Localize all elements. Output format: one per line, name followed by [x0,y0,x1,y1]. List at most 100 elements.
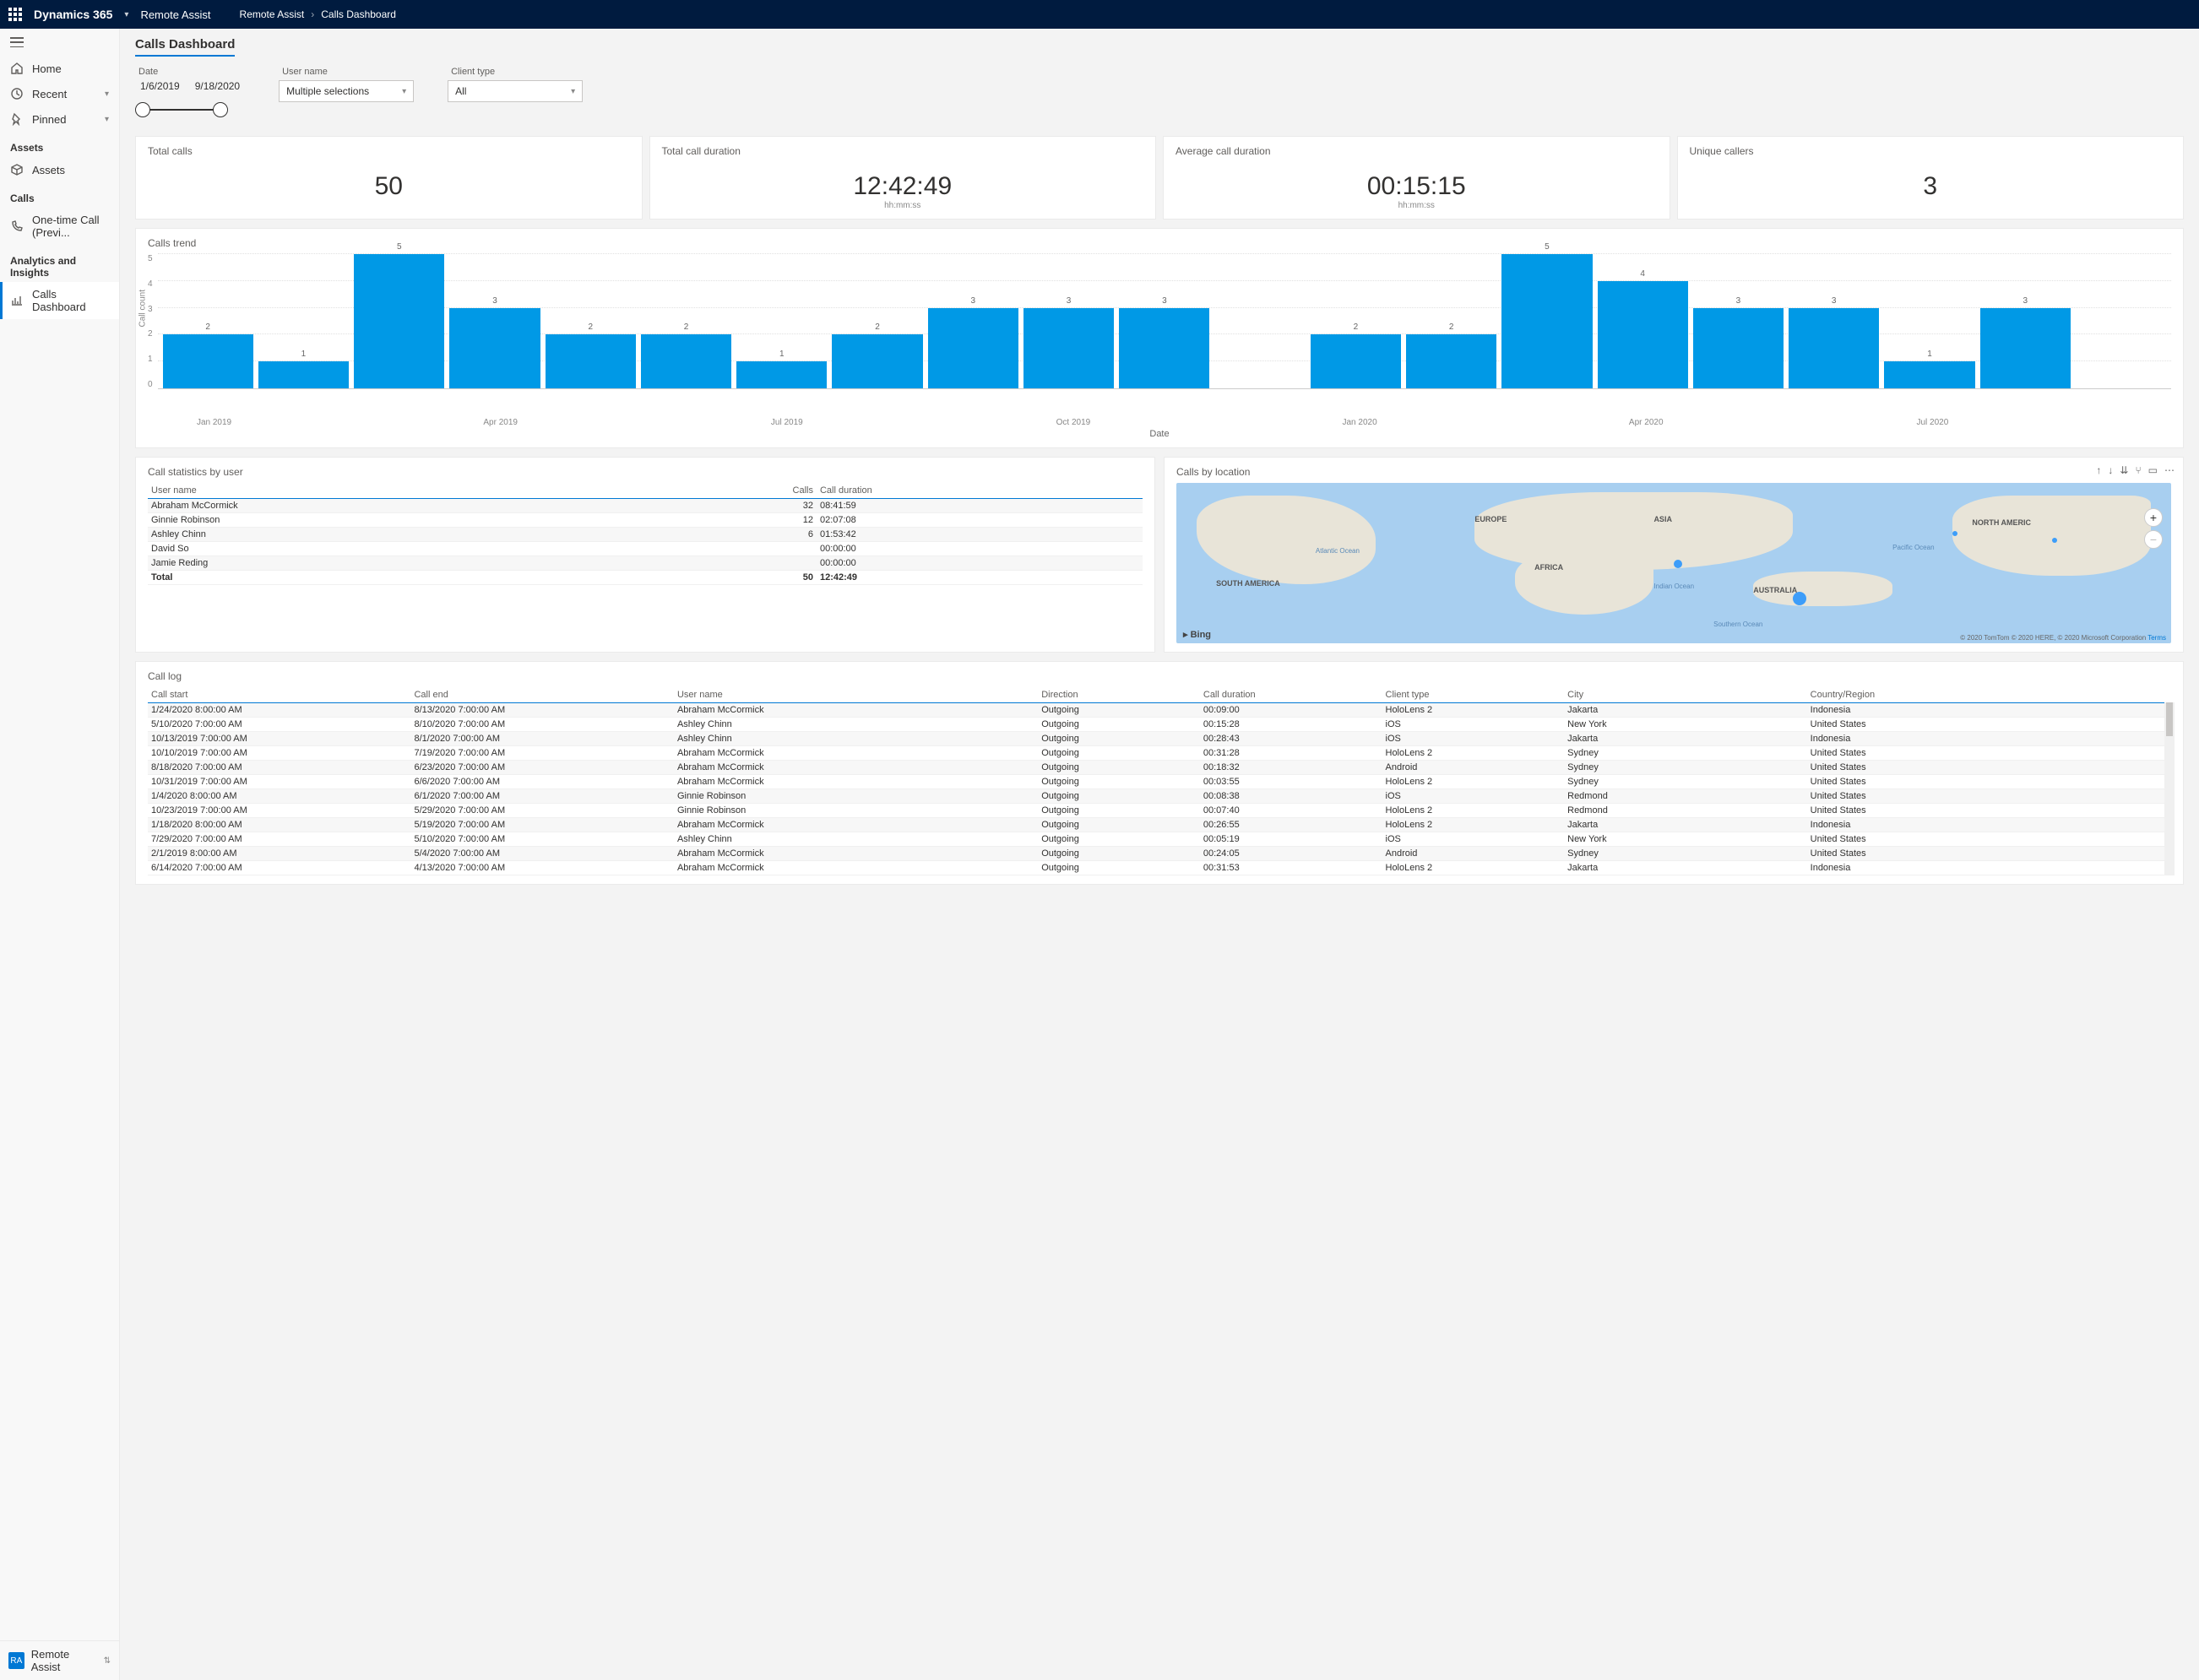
table-row[interactable]: 10/31/2019 7:00:00 AM6/6/2020 7:00:00 AM… [148,775,2171,789]
table-row[interactable]: 2/1/2019 8:00:00 AM5/4/2020 7:00:00 AMAb… [148,847,2171,861]
more-icon[interactable]: ⋯ [2164,464,2175,476]
table-row[interactable]: 1/24/2020 8:00:00 AM8/13/2020 7:00:00 AM… [148,703,2171,718]
sidebar-item-label: One-time Call (Previ... [32,214,109,239]
chevron-down-icon: ▾ [571,87,575,96]
call-log-table: Call start Call end User name Direction … [148,687,2171,875]
app-launcher-icon[interactable] [8,8,22,21]
chart-bar[interactable]: 2 [1406,334,1496,388]
table-row[interactable]: 8/18/2020 7:00:00 AM6/23/2020 7:00:00 AM… [148,761,2171,775]
table-row[interactable]: David So00:00:00 [148,542,1143,556]
table-row[interactable]: 1/4/2020 8:00:00 AM6/1/2020 7:00:00 AMGi… [148,789,2171,804]
chart-bar[interactable]: 3 [449,308,540,388]
scrollbar[interactable] [2164,702,2175,875]
col-header[interactable]: Country/Region [1807,687,2171,703]
chart-bar[interactable]: 5 [354,254,444,388]
card-title: Calls by location [1176,466,2171,478]
chart-bar[interactable]: 3 [928,308,1018,388]
table-row[interactable]: Ginnie Robinson1202:07:08 [148,513,1143,528]
kpi-unique-callers: Unique callers 3 [1677,136,2185,219]
table-row[interactable]: Abraham McCormick3208:41:59 [148,499,1143,513]
chevron-down-icon[interactable]: ▾ [105,115,109,124]
chart-bar[interactable]: 2 [641,334,731,388]
chart-bar[interactable]: 1 [258,361,349,388]
dropdown-value: Multiple selections [286,85,369,97]
chart-icon [10,294,24,307]
table-row[interactable]: Jamie Reding00:00:00 [148,556,1143,571]
chart-bar[interactable]: 3 [1693,308,1784,388]
col-header[interactable]: User name [674,687,1038,703]
drill-up-icon[interactable]: ↑ [2096,464,2101,476]
chart-bar[interactable]: 2 [163,334,253,388]
clienttype-dropdown[interactable]: All ▾ [448,80,583,102]
table-row[interactable]: 10/13/2019 7:00:00 AM8/1/2020 7:00:00 AM… [148,732,2171,746]
drill-down-icon[interactable]: ↓ [2108,464,2113,476]
chart-bar[interactable]: 4 [1598,281,1688,388]
world-map[interactable]: EUROPE ASIA NORTH AMERIC AFRICA SOUTH AM… [1176,483,2171,643]
chevron-down-icon: ▾ [402,87,406,96]
map-label: SOUTH AMERICA [1216,579,1280,588]
col-header[interactable]: Call start [148,687,410,703]
chevron-down-icon[interactable]: ▾ [105,89,109,99]
expand-all-icon[interactable]: ⇊ [2120,464,2128,476]
chart-ylabel: Call count [138,290,148,327]
table-row[interactable]: 5/10/2020 7:00:00 AM8/10/2020 7:00:00 AM… [148,718,2171,732]
app-footer-label: Remote Assist [31,1648,97,1673]
sidebar-item-pinned[interactable]: Pinned ▾ [0,106,119,132]
table-row[interactable]: 1/18/2020 8:00:00 AM5/19/2020 7:00:00 AM… [148,818,2171,832]
sidebar-item-home[interactable]: Home [0,56,119,81]
zoom-in-button[interactable]: + [2144,508,2163,527]
chart-bar[interactable]: 3 [1119,308,1209,388]
col-header[interactable]: Calls [665,483,817,499]
filter-clienttype: Client type All ▾ [448,67,583,121]
card-title: Call statistics by user [148,466,1143,478]
table-row[interactable]: Ashley Chinn601:53:42 [148,528,1143,542]
table-row[interactable]: 10/10/2019 7:00:00 AM7/19/2020 7:00:00 A… [148,746,2171,761]
date-range-slider[interactable] [135,100,228,121]
col-header[interactable]: User name [148,483,665,499]
sidebar-item-assets[interactable]: Assets [0,157,119,182]
chart-bar[interactable]: 2 [1311,334,1401,388]
col-header[interactable]: Call duration [1200,687,1382,703]
map-bubble[interactable] [2052,538,2057,543]
chart-xlabel: Date [148,429,2171,439]
col-header[interactable]: Direction [1038,687,1200,703]
kpi-total-calls: Total calls 50 [135,136,643,219]
chart-bar[interactable]: 1 [736,361,827,388]
chart-bar[interactable]: 2 [832,334,922,388]
focus-icon[interactable]: ▭ [2148,464,2158,476]
call-log-card: Call log Call start Call end User name D… [135,661,2184,885]
sidebar-item-onetime-call[interactable]: One-time Call (Previ... [0,208,119,245]
chart-bar[interactable]: 5 [1501,254,1592,388]
pin-icon [10,112,24,126]
chevron-down-icon[interactable]: ▾ [124,10,128,19]
chart-bar[interactable]: 3 [1023,308,1114,388]
zoom-out-button[interactable]: − [2144,530,2163,549]
chart-bar[interactable]: 3 [1980,308,2071,388]
expand-icon[interactable]: ⇅ [104,1656,111,1666]
chart-bar[interactable]: 2 [546,334,636,388]
hierarchy-icon[interactable]: ⑂ [2135,464,2141,476]
sidebar-header-calls: Calls [0,182,119,208]
sidebar-item-recent[interactable]: Recent ▾ [0,81,119,106]
total-calls: 50 [665,571,817,585]
col-header[interactable]: City [1564,687,1807,703]
breadcrumb-item[interactable]: Remote Assist [240,8,305,20]
sidebar-footer[interactable]: RA Remote Assist ⇅ [0,1640,119,1680]
col-header[interactable]: Call end [410,687,673,703]
map-ocean-label: Southern Ocean [1713,621,1762,628]
sidebar-item-label: Assets [32,164,65,176]
col-header[interactable]: Client type [1382,687,1565,703]
map-bubble[interactable] [1952,531,1957,536]
chart-bar[interactable]: 1 [1884,361,1974,388]
table-row[interactable]: 7/29/2020 7:00:00 AM5/10/2020 7:00:00 AM… [148,832,2171,847]
table-row[interactable]: 6/14/2020 7:00:00 AM4/13/2020 7:00:00 AM… [148,861,2171,875]
col-header[interactable]: Call duration [817,483,1143,499]
table-row[interactable]: 10/23/2019 7:00:00 AM5/29/2020 7:00:00 A… [148,804,2171,818]
map-attribution: © 2020 TomTom © 2020 HERE, © 2020 Micros… [1960,634,2166,642]
username-dropdown[interactable]: Multiple selections ▾ [279,80,414,102]
hamburger-icon[interactable] [10,37,24,47]
chart-bar[interactable]: 3 [1789,308,1879,388]
sidebar-item-calls-dashboard[interactable]: Calls Dashboard [0,282,119,319]
terms-link[interactable]: Terms [2147,634,2166,642]
kpi-avg-duration: Average call duration 00:15:15 hh:mm:ss [1163,136,1670,219]
